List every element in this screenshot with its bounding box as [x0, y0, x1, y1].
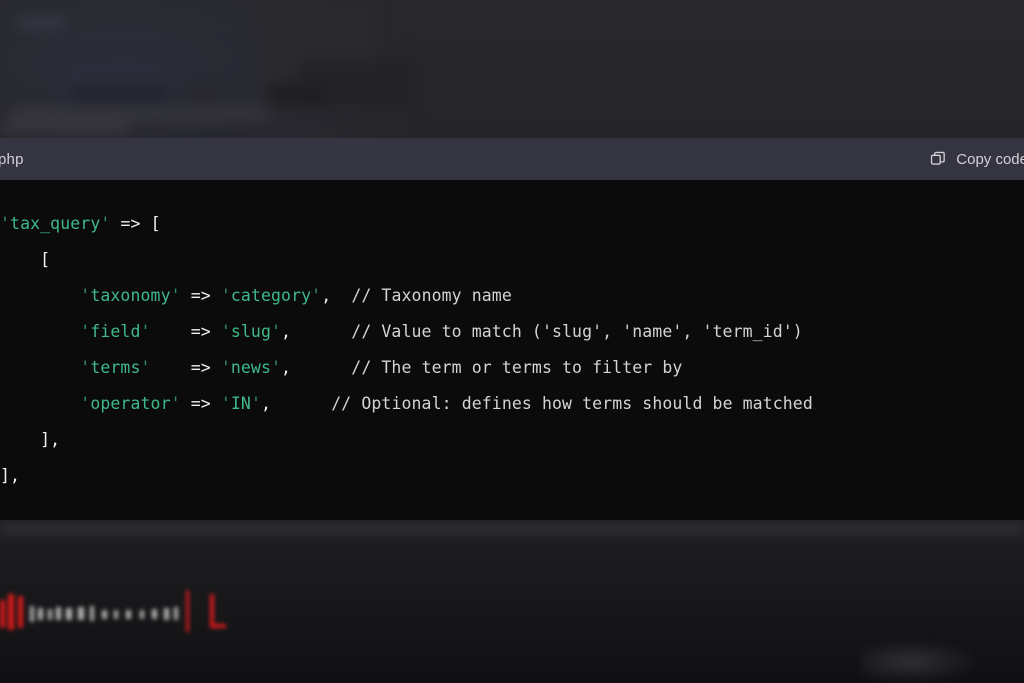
- red-accent-mark: [186, 590, 189, 632]
- code-token-comment: // Taxonomy name: [351, 286, 512, 305]
- code-token-quote: ': [271, 322, 282, 341]
- code-block-header: php Copy code: [0, 138, 1024, 180]
- code-token-quote: ': [80, 394, 91, 413]
- code-token-string: field: [90, 322, 141, 341]
- blurred-glyph: [152, 609, 157, 619]
- red-accent-mark: [8, 594, 14, 630]
- top-blurred-ui-region: [0, 0, 1024, 140]
- code-token-quote: ': [80, 322, 91, 341]
- code-token-operator: =>: [120, 214, 141, 233]
- blurred-glyph: [56, 607, 61, 620]
- blur-blob: [18, 18, 66, 28]
- blurred-glyph: [78, 607, 84, 620]
- copy-code-button[interactable]: Copy code: [930, 151, 1024, 168]
- code-token-punct: ,: [281, 358, 292, 377]
- code-block: php Copy code 'tax_query' => [ [ 'taxono…: [0, 138, 1024, 520]
- code-token-quote: ': [250, 394, 261, 413]
- code-token-quote: ': [100, 214, 111, 233]
- bottom-blurred-text-row: [0, 582, 420, 642]
- blur-blob: [192, 88, 214, 102]
- code-token-operator: =>: [190, 394, 211, 413]
- code-token-string: category: [230, 286, 312, 305]
- copy-icon: [930, 151, 947, 168]
- code-token-comment: // Value to match ('slug', 'name', 'term…: [351, 322, 803, 341]
- code-token-string: slug: [230, 322, 271, 341]
- code-token-quote: ': [220, 322, 231, 341]
- blurred-glyph: [164, 608, 169, 620]
- code-token-string: operator: [90, 394, 171, 413]
- blur-blob: [10, 108, 270, 120]
- bottom-right-blurred-element: [862, 640, 982, 680]
- code-token-punct: ,: [321, 286, 332, 305]
- code-token-punct: ],: [40, 430, 61, 449]
- code-token-operator: =>: [190, 358, 211, 377]
- blurred-glyph: [140, 610, 144, 619]
- code-token-operator: =>: [190, 286, 211, 305]
- bottom-sheen: [0, 524, 1024, 542]
- code-token-string: IN: [230, 394, 251, 413]
- blurred-screen-background: php Copy code 'tax_query' => [ [ 'taxono…: [0, 0, 1024, 683]
- code-token-quote: ': [0, 214, 11, 233]
- code-token-string: tax_query: [10, 214, 101, 233]
- blurred-glyph: [30, 606, 34, 622]
- code-block-body: 'tax_query' => [ [ 'taxonomy' => 'catego…: [0, 180, 1024, 520]
- blur-blob: [0, 122, 130, 132]
- blur-blob: [268, 84, 328, 106]
- code-content: 'tax_query' => [ [ 'taxonomy' => 'catego…: [0, 206, 1024, 494]
- blurred-glyph: [48, 609, 52, 620]
- code-token-quote: ': [140, 358, 151, 377]
- blurred-glyph: [102, 610, 107, 619]
- code-token-punct: ,: [281, 322, 292, 341]
- code-token-quote: ': [220, 394, 231, 413]
- code-token-quote: ': [170, 286, 181, 305]
- blurred-glyph: [90, 606, 94, 621]
- code-language-label: php: [0, 150, 24, 168]
- red-accent-mark: [0, 600, 5, 628]
- code-token-operator: =>: [190, 322, 211, 341]
- code-token-quote: ': [170, 394, 181, 413]
- blurred-glyph: [174, 607, 178, 620]
- code-token-string: news: [230, 358, 271, 377]
- code-token-string: terms: [90, 358, 141, 377]
- code-token-punct: ],: [0, 466, 21, 485]
- code-token-quote: ': [80, 286, 91, 305]
- red-accent-mark: [210, 594, 214, 628]
- red-accent-mark: [210, 624, 226, 628]
- blurred-glyph: [114, 610, 118, 619]
- code-token-string: taxonomy: [90, 286, 171, 305]
- blurred-glyph: [38, 608, 43, 620]
- blurred-glyph: [66, 608, 72, 620]
- code-token-quote: ': [140, 322, 151, 341]
- code-token-punct: [: [40, 250, 51, 269]
- copy-code-label: Copy code: [956, 150, 1024, 168]
- code-token-comment: // Optional: defines how terms should be…: [331, 394, 813, 413]
- code-token-quote: ': [80, 358, 91, 377]
- code-token-quote: ': [311, 286, 322, 305]
- code-token-comment: // The term or terms to filter by: [351, 358, 683, 377]
- code-token-punct: ,: [261, 394, 272, 413]
- code-token-punct: [: [150, 214, 161, 233]
- blur-blob: [70, 86, 166, 102]
- red-accent-mark: [18, 596, 23, 628]
- code-token-quote: ': [220, 358, 231, 377]
- code-token-quote: ': [271, 358, 282, 377]
- code-token-quote: ': [220, 286, 231, 305]
- blurred-glyph: [126, 610, 131, 619]
